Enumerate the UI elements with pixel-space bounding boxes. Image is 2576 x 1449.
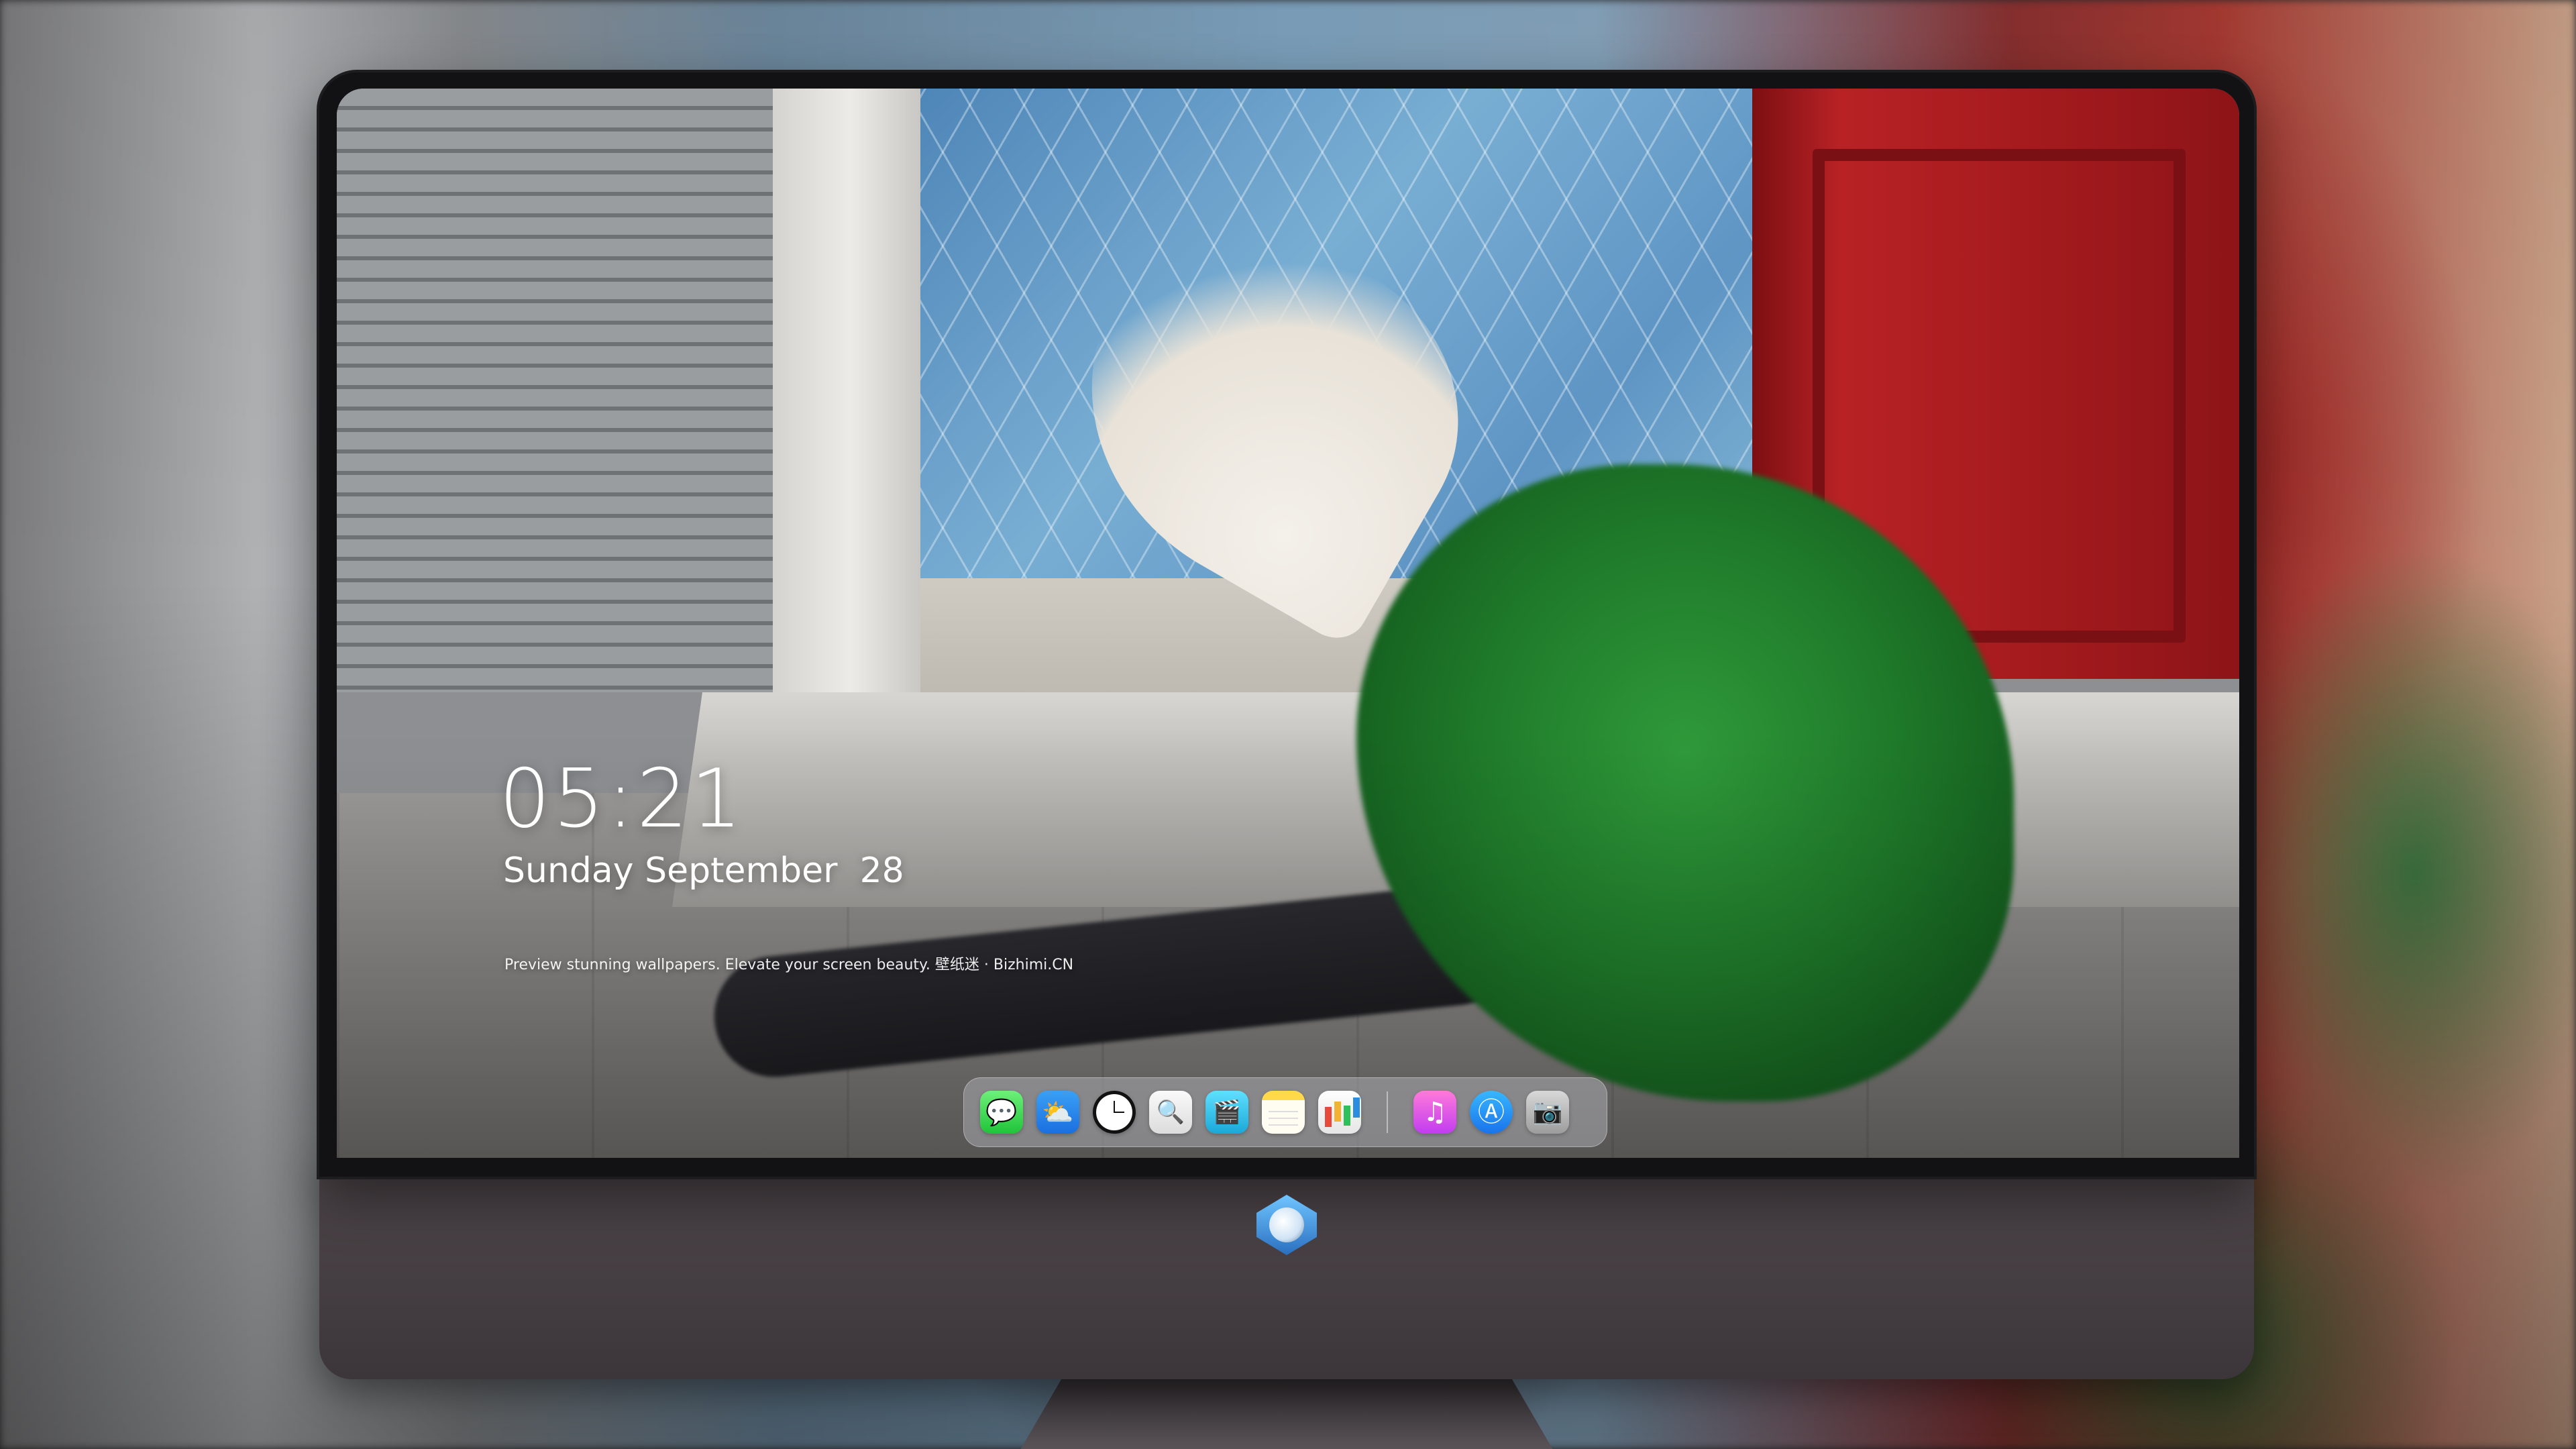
messages-icon[interactable]: 💬 bbox=[980, 1091, 1023, 1134]
weather-icon[interactable]: ⛅ bbox=[1036, 1091, 1079, 1134]
wallpaper-vignette bbox=[337, 89, 2239, 1158]
clapperboard-icon[interactable]: 🎬 bbox=[1205, 1091, 1248, 1134]
notes-icon[interactable] bbox=[1262, 1091, 1305, 1134]
clock-face bbox=[1096, 1094, 1132, 1130]
music-note-icon[interactable]: ♫ bbox=[1413, 1091, 1456, 1134]
camera-icon[interactable]: 📷 bbox=[1526, 1091, 1569, 1134]
lock-screen[interactable]: 05:21 Sunday September 28 Preview stunni… bbox=[337, 89, 2239, 1158]
bar-chart-icon[interactable] bbox=[1318, 1091, 1361, 1134]
app-store-icon[interactable]: Ⓐ bbox=[1470, 1091, 1513, 1134]
monitor: 05:21 Sunday September 28 Preview stunni… bbox=[319, 72, 2254, 1449]
monitor-chin bbox=[319, 1157, 2254, 1379]
monitor-stand bbox=[990, 1379, 1583, 1449]
lock-tagline: Preview stunning wallpapers. Elevate you… bbox=[504, 957, 1074, 973]
lock-date: Sunday September 28 bbox=[503, 851, 904, 891]
shield-mascot-icon bbox=[1256, 1195, 1317, 1255]
clock-icon[interactable] bbox=[1093, 1091, 1136, 1134]
chin-logo bbox=[1253, 1191, 1320, 1258]
dock: 💬 ⛅ 🔍 🎬 ♫ Ⓐ 📷 bbox=[963, 1077, 1607, 1147]
dock-separator bbox=[1387, 1091, 1388, 1133]
lock-clock: 05:21 bbox=[499, 753, 745, 846]
preview-icon[interactable]: 🔍 bbox=[1149, 1091, 1192, 1134]
